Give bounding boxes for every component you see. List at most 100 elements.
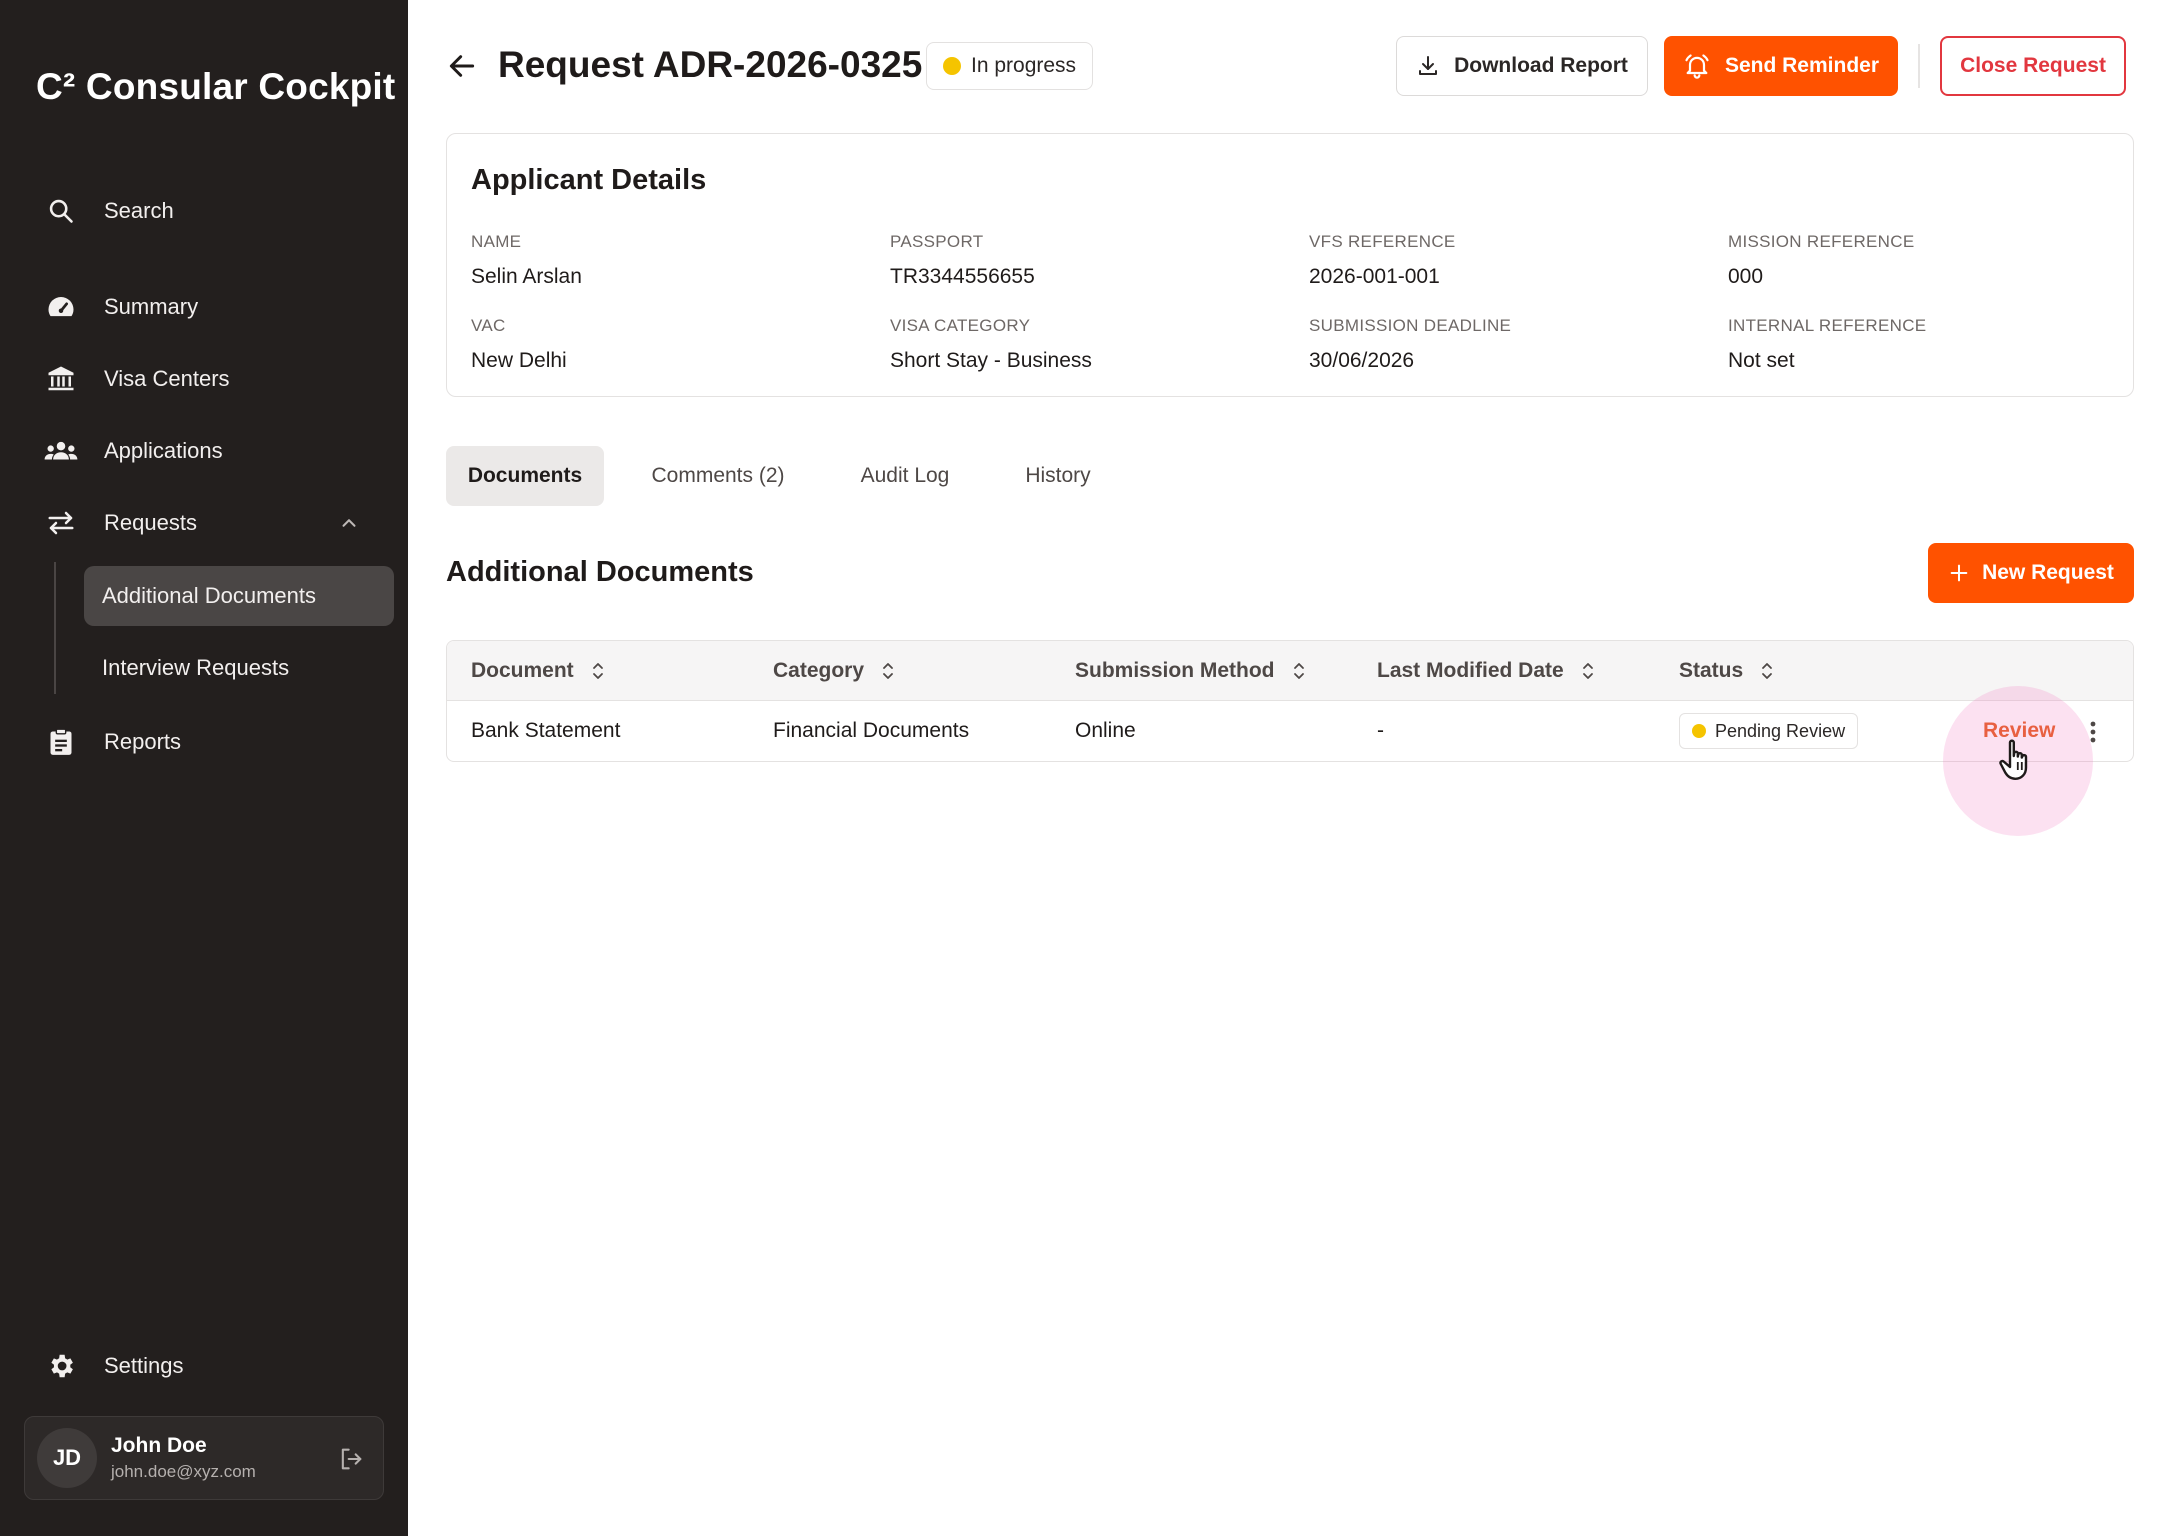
column-label: Category <box>773 659 865 682</box>
applicant-details-title: Applicant Details <box>471 164 707 196</box>
field-label: VAC <box>471 316 506 335</box>
column-header-submission-method[interactable]: Submission Method <box>1075 659 1307 683</box>
download-icon <box>1416 54 1440 78</box>
sidebar-item-search[interactable]: Search <box>24 182 394 240</box>
sidebar-item-summary[interactable]: Summary <box>24 278 394 336</box>
clipboard-icon <box>44 725 78 759</box>
sidebar-item-label: Reports <box>104 729 182 754</box>
send-reminder-button[interactable]: Send Reminder <box>1664 36 1898 96</box>
column-header-category[interactable]: Category <box>773 659 896 683</box>
documents-table: Document Category Submission Method Last… <box>446 640 2134 762</box>
field-name: NAME Selin Arslan <box>471 232 582 289</box>
field-mission-reference: MISSION REFERENCE 000 <box>1728 232 1914 289</box>
sort-icon <box>880 659 896 683</box>
field-label: INTERNAL REFERENCE <box>1728 316 1927 335</box>
plus-icon <box>1948 562 1970 584</box>
more-options-icon[interactable] <box>2083 718 2103 746</box>
field-value: New Delhi <box>471 349 567 372</box>
sidebar-item-settings[interactable]: Settings <box>24 1337 394 1395</box>
column-label: Last Modified Date <box>1377 659 1564 682</box>
field-passport: PASSPORT TR3344556655 <box>890 232 1035 289</box>
table-row: Bank Statement Financial Documents Onlin… <box>447 701 2133 761</box>
sidebar: C² Consular Cockpit Search Summary Visa … <box>0 0 408 1536</box>
tab-comments[interactable]: Comments (2) <box>630 446 806 506</box>
status-badge-text: Pending Review <box>1715 720 1846 741</box>
header-divider <box>1918 44 1920 88</box>
close-request-button[interactable]: Close Request <box>1940 36 2126 96</box>
field-label: MISSION REFERENCE <box>1728 232 1915 251</box>
table-header: Document Category Submission Method Last… <box>447 641 2133 701</box>
bank-icon <box>44 362 78 396</box>
sidebar-item-label: Visa Centers <box>104 366 230 391</box>
applicant-details-card: Applicant Details NAME Selin Arslan PASS… <box>446 133 2134 397</box>
new-request-button[interactable]: New Request <box>1928 543 2134 603</box>
sidebar-subitem-additional-documents[interactable]: Additional Documents <box>84 566 394 626</box>
gear-icon <box>44 1349 78 1383</box>
field-vac: VAC New Delhi <box>471 316 567 373</box>
gauge-icon <box>44 290 78 324</box>
status-dot-icon <box>943 57 961 75</box>
request-status-badge: In progress <box>926 42 1094 90</box>
field-value: 30/06/2026 <box>1309 349 1415 372</box>
field-vfs-reference: VFS REFERENCE 2026-001-001 <box>1309 232 1456 289</box>
sidebar-item-label: Applications <box>104 438 223 463</box>
column-header-status[interactable]: Status <box>1679 659 1775 683</box>
swap-arrows-icon <box>44 506 78 540</box>
column-header-document[interactable]: Document <box>471 659 606 683</box>
tab-audit-log[interactable]: Audit Log <box>836 446 974 506</box>
field-value: 000 <box>1728 265 1764 288</box>
field-label: VISA CATEGORY <box>890 316 1031 335</box>
field-value: 2026-001-001 <box>1309 265 1440 288</box>
field-submission-deadline: SUBMISSION DEADLINE 30/06/2026 <box>1309 316 1511 373</box>
sidebar-item-requests[interactable]: Requests <box>24 494 394 552</box>
avatar: JD <box>37 1428 97 1488</box>
column-label: Document <box>471 659 574 682</box>
chevron-up-icon[interactable] <box>338 512 360 539</box>
subtree-guide-line <box>54 562 56 694</box>
sort-icon <box>1580 659 1596 683</box>
column-label: Status <box>1679 659 1744 682</box>
user-email: john.doe@xyz.com <box>111 1462 256 1481</box>
sidebar-subitem-interview-requests[interactable]: Interview Requests <box>84 638 394 698</box>
sort-icon <box>1291 659 1307 683</box>
users-icon <box>44 434 78 468</box>
status-badge: Pending Review <box>1679 713 1859 749</box>
field-label: NAME <box>471 232 522 251</box>
tab-history[interactable]: History <box>1000 446 1116 506</box>
search-icon <box>44 194 78 228</box>
field-value: Selin Arslan <box>471 265 582 288</box>
tab-documents[interactable]: Documents <box>446 446 604 506</box>
sort-icon <box>1759 659 1775 683</box>
back-arrow-icon[interactable] <box>446 50 478 82</box>
field-value: TR3344556655 <box>890 265 1035 288</box>
user-name: John Doe <box>111 1434 207 1457</box>
field-value: Not set <box>1728 349 1795 372</box>
user-card[interactable]: JD John Doe john.doe@xyz.com <box>24 1416 384 1500</box>
logout-icon[interactable] <box>337 1445 365 1473</box>
status-dot-icon <box>1692 724 1706 738</box>
request-status-text: In progress <box>971 54 1077 77</box>
cell-document: Bank Statement <box>471 719 621 742</box>
field-visa-category: VISA CATEGORY Short Stay - Business <box>890 316 1092 373</box>
sidebar-item-reports[interactable]: Reports <box>24 713 394 771</box>
sidebar-item-label: Search <box>104 198 174 223</box>
download-report-button[interactable]: Download Report <box>1396 36 1648 96</box>
bell-icon <box>1683 52 1711 80</box>
app-brand: C² Consular Cockpit <box>36 66 396 107</box>
sidebar-item-label: Summary <box>104 294 199 319</box>
sort-icon <box>590 659 606 683</box>
column-header-last-modified[interactable]: Last Modified Date <box>1377 659 1596 683</box>
sidebar-item-applications[interactable]: Applications <box>24 422 394 480</box>
page-title: Request ADR-2026-0325 <box>498 44 923 85</box>
field-label: PASSPORT <box>890 232 984 251</box>
section-title: Additional Documents <box>446 556 754 588</box>
review-link[interactable]: Review <box>1983 719 2055 743</box>
field-label: VFS REFERENCE <box>1309 232 1456 251</box>
cell-submission-method: Online <box>1075 719 1136 742</box>
sidebar-item-label: Settings <box>104 1353 184 1378</box>
sidebar-item-visa-centers[interactable]: Visa Centers <box>24 350 394 408</box>
sidebar-item-label: Requests <box>104 510 197 535</box>
column-label: Submission Method <box>1075 659 1275 682</box>
field-internal-reference: INTERNAL REFERENCE Not set <box>1728 316 1926 373</box>
download-report-label: Download Report <box>1454 54 1628 77</box>
